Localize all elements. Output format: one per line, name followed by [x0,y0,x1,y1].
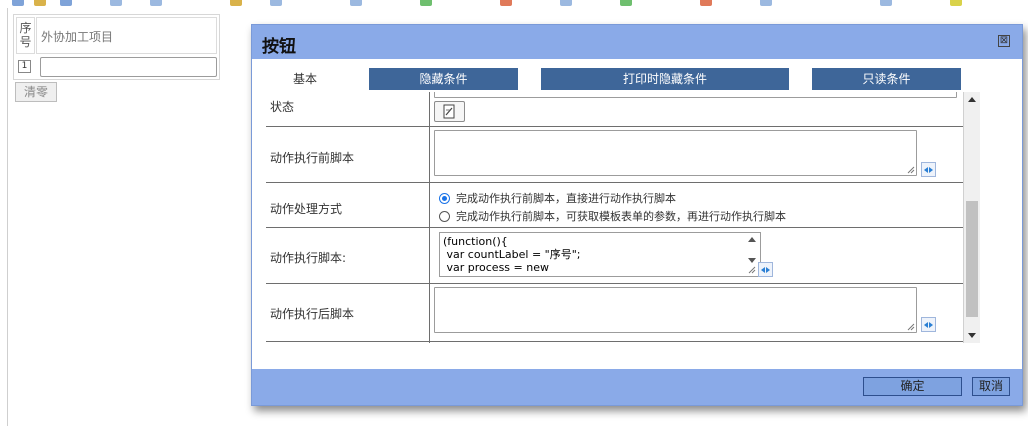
outsourcing-item-input[interactable] [40,57,217,77]
column-divider [429,342,430,343]
row-state: 状态 [266,92,979,127]
radio-with-params[interactable] [439,211,450,222]
scroll-down-icon[interactable] [968,333,976,338]
label-state: 状态 [270,100,295,114]
mode-option-direct-label: 完成动作执行前脚本，直接进行动作执行脚本 [456,192,676,205]
edit-document-icon [443,104,455,119]
cancel-button[interactable]: 取消 [972,377,1010,396]
tab-readonly-condition[interactable]: 只读条件 [812,68,961,90]
mode-option-with-params[interactable]: 完成动作执行前脚本，可获取模板表单的参数，再进行动作执行脚本 [439,208,786,224]
outsourcing-table: 序号 外协加工项目 1 [13,14,220,80]
toolbar-icon[interactable] [420,0,432,6]
row-before-script: 动作执行前脚本 [266,127,979,183]
toolbar-icon[interactable] [620,0,632,6]
close-icon[interactable]: ⊠ [998,35,1010,47]
row-after-script: 动作执行后脚本 [266,284,979,342]
scrollbar-thumb[interactable] [966,201,978,317]
tab-basic[interactable]: 基本 [264,68,346,90]
tab-hide-condition[interactable]: 隐藏条件 [369,68,518,90]
exec-script-textarea[interactable]: (function(){ var countLabel = "序号"; var … [439,232,761,277]
toolbar-icon[interactable] [880,0,892,6]
state-edit-button[interactable] [434,101,465,122]
column-divider [429,284,430,341]
radio-direct[interactable] [439,193,450,204]
exec-script-editor-icon[interactable] [758,262,773,277]
toolbar-icon[interactable] [760,0,772,6]
column-divider [429,92,430,126]
column-divider [429,127,430,182]
row-exec-script: 动作执行脚本: (function(){ var countLabel = "序… [266,228,979,284]
toolbar-icon[interactable] [230,0,242,6]
resize-grip-icon[interactable] [906,322,915,331]
tab-print-hide-condition[interactable]: 打印时隐藏条件 [541,68,789,90]
page-left-border [7,8,8,426]
header-serial-number: 序号 [16,17,35,54]
scroll-down-icon[interactable] [748,258,756,263]
header-outsourcing-item: 外协加工项目 [36,17,217,54]
toolbar-icon[interactable] [500,0,512,6]
toolbar-icon[interactable] [60,0,72,6]
dialog-footer: 确定 取消 [252,369,1022,405]
label-mode: 动作处理方式 [270,202,343,216]
toolbar-icon[interactable] [110,0,122,6]
row-number: 1 [18,60,31,73]
mode-option-with-params-label: 完成动作执行前脚本，可获取模板表单的参数，再进行动作执行脚本 [456,210,786,223]
label-before-script: 动作执行前脚本 [270,151,355,165]
label-after-script: 动作执行后脚本 [270,307,355,321]
toolbar-icon[interactable] [950,0,962,6]
ok-button[interactable]: 确定 [863,377,962,396]
scroll-up-icon[interactable] [968,97,976,102]
before-script-editor-icon[interactable] [921,162,936,177]
after-script-textarea[interactable] [434,287,917,333]
label-exec-script: 动作执行脚本: [270,251,347,265]
dialog-titlebar: 按钮 ⊠ [252,25,1022,59]
state-textarea[interactable] [434,92,957,98]
properties-panel: 状态 动作执行前脚本 动作处理方式 完成动作执行前脚本，直接进行动作执行脚本 完… [266,92,980,343]
resize-grip-icon[interactable] [747,265,756,274]
top-toolbar [0,0,1028,8]
resize-grip-icon[interactable] [906,165,915,174]
toolbar-icon[interactable] [700,0,712,6]
panel-scrollbar[interactable] [963,92,980,343]
toolbar-icon[interactable] [560,0,572,6]
toolbar-icon[interactable] [12,0,24,6]
clear-button[interactable]: 清零 [15,82,57,102]
toolbar-icon[interactable] [34,0,46,6]
column-divider [429,183,430,227]
scroll-up-icon[interactable] [748,237,756,242]
toolbar-icon[interactable] [150,0,162,6]
before-script-textarea[interactable] [434,130,917,176]
button-dialog: 按钮 ⊠ 基本 隐藏条件 打印时隐藏条件 只读条件 状态 动作执行前脚本 动作处… [251,24,1023,406]
dialog-title: 按钮 [262,37,296,57]
column-divider [429,228,430,283]
after-script-editor-icon[interactable] [921,317,936,332]
toolbar-icon[interactable] [270,0,282,6]
tab-bar: 基本 隐藏条件 打印时隐藏条件 只读条件 [252,59,1022,92]
row-mode: 动作处理方式 完成动作执行前脚本，直接进行动作执行脚本 完成动作执行前脚本，可获… [266,183,979,228]
row-next [266,342,979,343]
mode-option-direct[interactable]: 完成动作执行前脚本，直接进行动作执行脚本 [439,190,676,206]
toolbar-icon[interactable] [350,0,362,6]
